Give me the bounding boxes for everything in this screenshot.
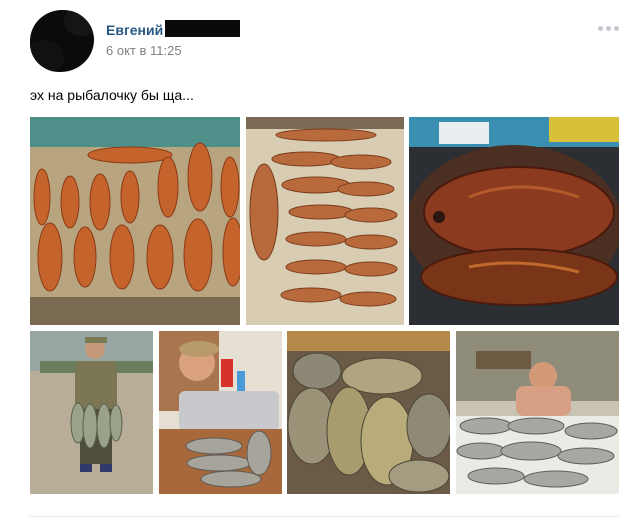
photo-boy-with-fish[interactable] [159, 331, 282, 494]
post-text: эх на рыбалочку бы ща... [30, 87, 194, 103]
avatar[interactable] [30, 10, 94, 72]
photo-smoked-carp[interactable] [409, 117, 619, 325]
photo-man-with-catch[interactable] [30, 331, 153, 494]
photo-dried-fish[interactable] [30, 117, 240, 325]
more-horizontal-icon[interactable] [598, 26, 619, 31]
author-name[interactable]: Евгений [106, 22, 163, 38]
wall-post: Евгений 6 окт в 11:25 эх на рыбалочку бы… [0, 0, 640, 528]
post-date[interactable]: 6 окт в 11:25 [106, 43, 182, 58]
redacted-surname [165, 20, 240, 37]
photo-man-with-catch-table[interactable] [456, 331, 619, 494]
photo-smoked-fish-rows[interactable] [246, 117, 404, 325]
post-divider [30, 516, 619, 517]
photo-carp-pile[interactable] [287, 331, 450, 494]
